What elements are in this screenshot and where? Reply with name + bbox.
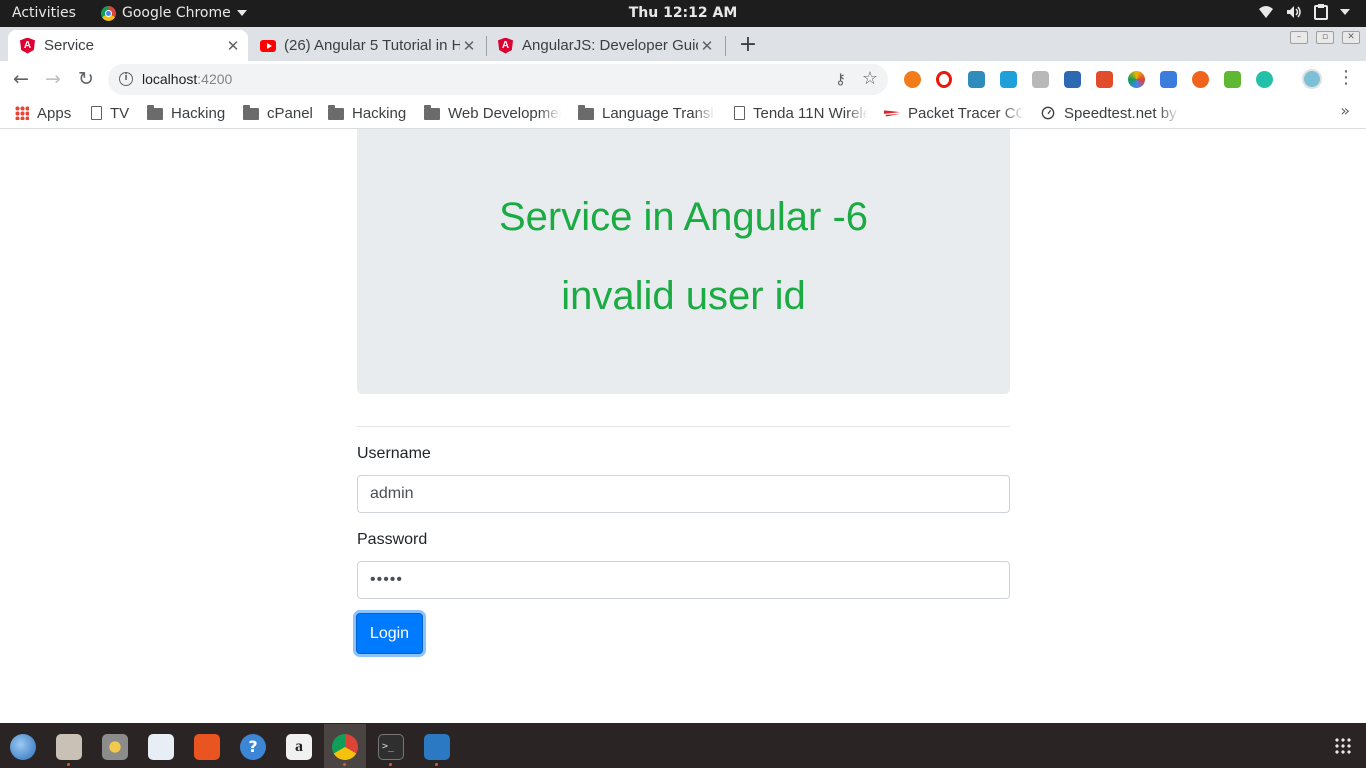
clipboard-icon bbox=[1314, 4, 1328, 20]
folder-icon bbox=[147, 105, 163, 120]
back-arrow-icon[interactable]: ← bbox=[9, 67, 33, 91]
folder-icon bbox=[424, 105, 440, 120]
tab-service[interactable]: A Service ✕ bbox=[8, 30, 248, 61]
extension-m-icon[interactable] bbox=[1256, 71, 1273, 88]
running-indicator bbox=[343, 763, 346, 766]
chrome-icon bbox=[101, 5, 116, 21]
terminal-icon[interactable]: >_ bbox=[378, 734, 404, 760]
password-label: Password bbox=[357, 531, 428, 548]
reload-icon[interactable]: ↻ bbox=[74, 67, 98, 91]
angular-icon: A bbox=[20, 37, 36, 54]
tab-separator bbox=[725, 36, 726, 56]
running-indicator bbox=[67, 763, 70, 766]
close-window-button[interactable]: ✕ bbox=[1342, 31, 1360, 44]
wifi-icon bbox=[1259, 6, 1273, 18]
bookmark-apps[interactable]: Apps bbox=[15, 103, 80, 123]
extension-eyedropper-icon[interactable] bbox=[1160, 71, 1177, 88]
password-input[interactable]: ••••• bbox=[357, 561, 1010, 599]
files-icon[interactable] bbox=[56, 734, 82, 760]
extension-orange-icon[interactable] bbox=[1192, 71, 1209, 88]
show-applications-icon[interactable] bbox=[1334, 737, 1352, 755]
bookmark-cpanel[interactable]: cPanel bbox=[243, 103, 315, 123]
rhythmbox-icon[interactable] bbox=[102, 734, 128, 760]
page-icon bbox=[91, 106, 102, 120]
tab-angular-tutorial[interactable]: (26) Angular 5 Tutorial in Hindi ✕ bbox=[248, 30, 486, 61]
system-menu-caret-icon bbox=[1340, 9, 1350, 15]
divider bbox=[357, 426, 1010, 427]
writer-icon[interactable] bbox=[148, 734, 174, 760]
extension-key-icon[interactable] bbox=[904, 71, 921, 88]
volume-icon bbox=[1287, 6, 1301, 18]
close-tab-icon[interactable]: ✕ bbox=[224, 37, 242, 55]
extension-android-icon[interactable] bbox=[1224, 71, 1241, 88]
extension-office-icon[interactable] bbox=[1096, 71, 1113, 88]
profile-avatar[interactable] bbox=[1302, 69, 1322, 89]
address-bar[interactable]: i localhost:4200 ⚷ ☆ bbox=[108, 64, 888, 95]
info-icon[interactable]: i bbox=[119, 72, 133, 86]
bookmark-tenda-wireless[interactable]: Tenda 11N Wireless bbox=[734, 103, 868, 123]
browser-toolbar: ← → ↻ i localhost:4200 ⚷ ☆ ⋮ bbox=[0, 61, 1366, 98]
extension-color-picker-icon[interactable] bbox=[1128, 71, 1145, 88]
extension-code-icon[interactable] bbox=[1000, 71, 1017, 88]
error-message: invalid user id bbox=[561, 274, 806, 318]
extension-timer-icon[interactable] bbox=[1064, 71, 1081, 88]
url-text[interactable]: localhost:4200 bbox=[142, 71, 232, 87]
bookmark-language-translator[interactable]: Language Translator bbox=[578, 103, 715, 123]
thunderbird-icon[interactable] bbox=[10, 734, 36, 760]
activities-button[interactable]: Activities bbox=[12, 5, 76, 21]
tab-title: (26) Angular 5 Tutorial in Hindi bbox=[284, 37, 460, 54]
angular-icon: A bbox=[498, 37, 514, 54]
extension-translate-icon[interactable] bbox=[968, 71, 985, 88]
packet-tracer-icon bbox=[884, 110, 900, 117]
running-indicator bbox=[435, 763, 438, 766]
bookmark-hacking-2[interactable]: Hacking bbox=[328, 103, 410, 123]
maximize-window-button[interactable]: ▫ bbox=[1316, 31, 1334, 44]
forward-arrow-icon[interactable]: → bbox=[41, 67, 65, 91]
username-label: Username bbox=[357, 445, 431, 462]
amazon-icon[interactable]: a bbox=[286, 734, 312, 760]
app-menu[interactable]: Google Chrome bbox=[101, 5, 247, 21]
speedometer-icon bbox=[1041, 106, 1055, 120]
software-center-icon[interactable] bbox=[194, 734, 220, 760]
bookmark-tv[interactable]: TV bbox=[91, 103, 141, 123]
tab-title: AngularJS: Developer Guide bbox=[522, 37, 698, 54]
youtube-icon bbox=[260, 38, 276, 54]
bookmark-speedtest[interactable]: Speedtest.net by Ookla bbox=[1040, 103, 1180, 123]
clock[interactable]: Thu 12:12 AM bbox=[629, 5, 738, 21]
app-menu-label: Google Chrome bbox=[122, 5, 231, 21]
menu-kebab-icon[interactable]: ⋮ bbox=[1337, 67, 1355, 88]
tab-title: Service bbox=[44, 37, 95, 54]
opera-icon[interactable] bbox=[936, 71, 952, 88]
username-input[interactable]: admin bbox=[357, 475, 1010, 513]
minimize-window-button[interactable]: – bbox=[1290, 31, 1308, 44]
page-title: Service in Angular -6 bbox=[498, 195, 869, 239]
chrome-icon[interactable] bbox=[332, 734, 358, 760]
folder-icon bbox=[578, 105, 594, 120]
folder-icon bbox=[243, 105, 259, 120]
header-jumbotron: Service in Angular -6 invalid user id bbox=[357, 129, 1010, 394]
close-tab-icon[interactable]: ✕ bbox=[698, 37, 716, 55]
close-tab-icon[interactable]: ✕ bbox=[460, 37, 478, 55]
extension-cube-icon[interactable] bbox=[1032, 71, 1049, 88]
bookmark-star-icon[interactable]: ☆ bbox=[862, 68, 878, 89]
help-icon[interactable]: ? bbox=[240, 734, 266, 760]
tab-strip: A Service ✕ (26) Angular 5 Tutorial in H… bbox=[0, 27, 1366, 61]
folder-icon bbox=[328, 105, 344, 120]
system-top-bar: Activities Google Chrome Thu 12:12 AM bbox=[0, 0, 1366, 27]
page-icon bbox=[734, 106, 745, 120]
key-icon[interactable]: ⚷ bbox=[835, 70, 846, 88]
bookmark-web-development[interactable]: Web Development bbox=[424, 103, 561, 123]
running-indicator bbox=[389, 763, 392, 766]
bookmarks-bar: Apps TV Hacking cPanel Hacking Web Devel… bbox=[0, 98, 1366, 129]
bookmark-hacking[interactable]: Hacking bbox=[147, 103, 229, 123]
tab-angularjs-guide[interactable]: A AngularJS: Developer Guide ✕ bbox=[486, 30, 724, 61]
caret-down-icon bbox=[236, 10, 247, 16]
login-button[interactable]: Login bbox=[356, 613, 423, 654]
vscode-icon[interactable] bbox=[424, 734, 450, 760]
apps-grid-icon bbox=[15, 106, 29, 120]
system-tray[interactable] bbox=[1258, 4, 1350, 20]
new-tab-button[interactable]: + bbox=[737, 32, 759, 57]
more-bookmarks-chevron-icon[interactable]: » bbox=[1340, 101, 1350, 120]
bookmark-packet-tracer[interactable]: Packet Tracer CCNA bbox=[884, 103, 1024, 123]
